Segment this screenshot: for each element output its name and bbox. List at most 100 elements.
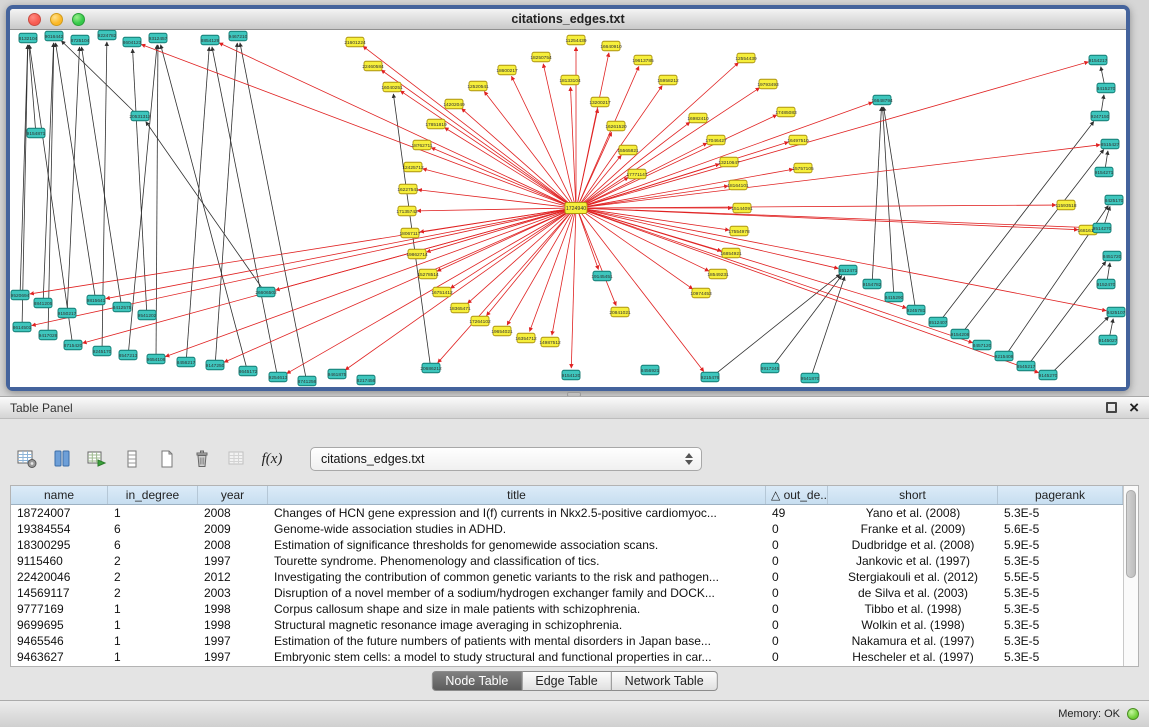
network-node[interactable]: 18762711 bbox=[412, 140, 433, 150]
network-edge[interactable] bbox=[1105, 151, 1108, 168]
network-node[interactable]: 18250754 bbox=[530, 52, 552, 62]
column-header-name[interactable]: name bbox=[11, 486, 108, 504]
table-cell[interactable]: Yano et al. (2008) bbox=[828, 505, 998, 521]
network-node[interactable]: 9312457 bbox=[149, 33, 168, 43]
close-panel-icon[interactable]: × bbox=[1129, 401, 1139, 415]
network-node[interactable]: 17264102 bbox=[469, 316, 491, 326]
table-row[interactable]: 911546021997Tourette syndrome. Phenomeno… bbox=[11, 553, 1123, 569]
network-node[interactable]: 16227541 bbox=[397, 184, 419, 194]
table-cell[interactable]: 6 bbox=[108, 521, 198, 537]
table-cell[interactable]: Corpus callosum shape and size in male p… bbox=[268, 601, 766, 617]
network-node[interactable]: 8217456 bbox=[357, 375, 376, 385]
network-node[interactable]: 17771147 bbox=[627, 169, 648, 179]
network-node[interactable]: 9152470 bbox=[1097, 279, 1116, 289]
network-edge[interactable] bbox=[1104, 206, 1110, 224]
column-header-in-degree[interactable]: in_degree bbox=[108, 486, 198, 504]
table-cell[interactable]: 5.3E-5 bbox=[998, 633, 1123, 649]
network-node[interactable]: 8512471 bbox=[839, 265, 858, 275]
network-node[interactable]: 13210647 bbox=[718, 157, 740, 167]
network-node[interactable]: 17851819 bbox=[425, 119, 447, 129]
network-edge[interactable] bbox=[570, 87, 575, 204]
table-cell[interactable]: 0 bbox=[766, 601, 828, 617]
table-cell[interactable]: Hescheler et al. (1997) bbox=[828, 649, 998, 665]
network-edge[interactable] bbox=[462, 109, 572, 206]
table-cell[interactable]: Stergiakouli et al. (2012) bbox=[828, 569, 998, 585]
network-table-select[interactable]: citations_edges.txt bbox=[310, 447, 702, 471]
network-node[interactable]: 9245781 bbox=[907, 305, 926, 315]
close-window-button[interactable] bbox=[28, 13, 41, 26]
network-graph[interactable]: 1724940182507541860021712520541142020491… bbox=[10, 30, 1126, 387]
tab-network-table[interactable]: Network Table bbox=[612, 671, 718, 691]
network-node[interactable]: 8604123 bbox=[123, 37, 142, 47]
minimize-window-button[interactable] bbox=[50, 13, 63, 26]
table-cell[interactable]: 18724007 bbox=[11, 505, 108, 521]
table-cell[interactable]: 1 bbox=[108, 505, 198, 521]
table-cell[interactable]: 1 bbox=[108, 617, 198, 633]
table-row[interactable]: 1830029562008Estimation of significance … bbox=[11, 537, 1123, 553]
table-cell[interactable]: 0 bbox=[766, 553, 828, 569]
table-cell[interactable]: Franke et al. (2009) bbox=[828, 521, 998, 537]
network-node[interactable]: 12520541 bbox=[467, 81, 489, 91]
table-cell[interactable]: 1997 bbox=[198, 633, 268, 649]
table-cell[interactable]: Nakamura et al. (1997) bbox=[828, 633, 998, 649]
network-edge[interactable] bbox=[582, 205, 1056, 208]
table-cell[interactable]: de Silva et al. (2003) bbox=[828, 585, 998, 601]
network-node[interactable]: 8614501 bbox=[13, 322, 32, 332]
table-cell[interactable]: 2 bbox=[108, 585, 198, 601]
table-cell[interactable]: Wolkin et al. (1998) bbox=[828, 617, 998, 633]
network-edge[interactable] bbox=[106, 209, 570, 299]
network-edge[interactable] bbox=[582, 209, 1039, 372]
table-cell[interactable]: 1997 bbox=[198, 649, 268, 665]
table-cell[interactable]: 0 bbox=[766, 617, 828, 633]
network-node[interactable]: 9245170 bbox=[93, 346, 112, 356]
table-row[interactable]: 1938455462009Genome-wide association stu… bbox=[11, 521, 1123, 537]
network-node[interactable]: 18549231 bbox=[707, 269, 729, 279]
network-node[interactable]: 11593518 bbox=[1056, 200, 1077, 210]
network-node[interactable]: 15278514 bbox=[417, 269, 439, 279]
network-node[interactable]: 8917245 bbox=[761, 363, 780, 373]
network-node[interactable]: 8715420 bbox=[64, 340, 83, 350]
table-cell[interactable]: 5.3E-5 bbox=[998, 553, 1123, 569]
network-edge[interactable] bbox=[581, 210, 708, 271]
network-node[interactable]: 19793493 bbox=[757, 79, 779, 89]
network-edge[interactable] bbox=[582, 209, 907, 308]
network-node[interactable]: 18067117 bbox=[400, 228, 421, 238]
network-edge[interactable] bbox=[146, 122, 263, 289]
network-edge[interactable] bbox=[43, 43, 53, 299]
network-node[interactable]: 16982410 bbox=[687, 113, 709, 123]
network-edge[interactable] bbox=[156, 45, 158, 355]
table-cell[interactable]: 2008 bbox=[198, 505, 268, 521]
table-cell[interactable]: 9699695 bbox=[11, 617, 108, 633]
network-edge[interactable] bbox=[345, 210, 571, 370]
network-node[interactable]: 9147250 bbox=[206, 360, 225, 370]
network-node[interactable]: 21601224 bbox=[344, 37, 366, 47]
table-row[interactable]: 1456911722003Disruption of a novel membe… bbox=[11, 585, 1123, 601]
network-edge[interactable] bbox=[67, 47, 79, 309]
network-node[interactable]: 9541870 bbox=[801, 373, 820, 383]
table-scrollbar[interactable] bbox=[1123, 486, 1138, 666]
network-node[interactable]: 9520694 bbox=[11, 290, 30, 300]
network-node[interactable]: 8515427 bbox=[1101, 139, 1120, 149]
network-node[interactable]: 19862714 bbox=[406, 249, 428, 259]
network-node[interactable]: 9016442 bbox=[45, 31, 64, 41]
network-edge[interactable] bbox=[212, 47, 277, 373]
network-node[interactable]: 8456921 bbox=[641, 365, 660, 375]
network-node[interactable]: 26606502 bbox=[255, 287, 277, 297]
network-node[interactable]: 17046427 bbox=[705, 135, 727, 145]
table-cell[interactable]: 49 bbox=[766, 505, 828, 521]
network-node[interactable]: 9461875 bbox=[328, 369, 347, 379]
network-node[interactable]: 8725104 bbox=[71, 35, 90, 45]
network-edge[interactable] bbox=[240, 43, 306, 377]
network-edge[interactable] bbox=[1101, 67, 1105, 84]
table-cell[interactable]: 0 bbox=[766, 521, 828, 537]
network-node[interactable]: 18600217 bbox=[496, 65, 518, 75]
network-canvas[interactable]: 1724940182507541860021712520541142020491… bbox=[10, 30, 1126, 387]
network-node[interactable]: 14202049 bbox=[443, 99, 465, 109]
table-disabled-icon[interactable] bbox=[224, 446, 250, 472]
network-edge[interactable] bbox=[445, 128, 571, 206]
function-builder-icon[interactable]: f(x) bbox=[259, 446, 285, 472]
network-node[interactable]: 19613785 bbox=[632, 55, 654, 65]
window-titlebar[interactable]: citations_edges.txt bbox=[10, 9, 1126, 30]
table-row[interactable]: 946554611997Estimation of the future num… bbox=[11, 633, 1123, 649]
network-node[interactable]: 8451720 bbox=[1103, 251, 1122, 261]
